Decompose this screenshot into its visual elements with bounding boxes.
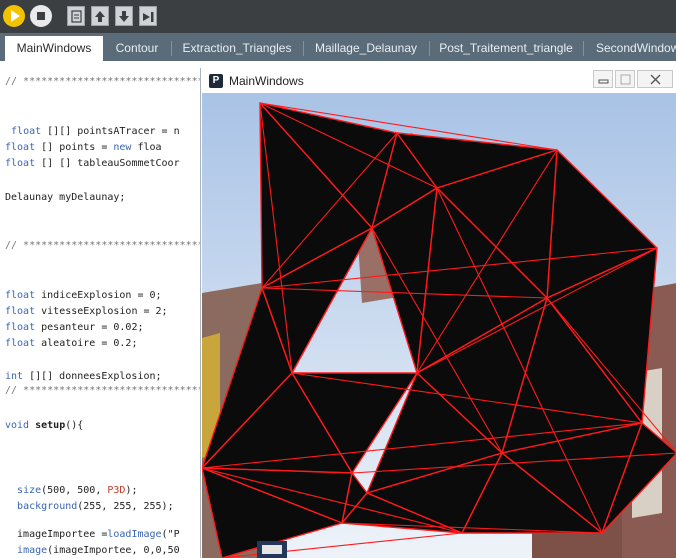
tab-contour[interactable]: Contour: [105, 36, 169, 61]
sketch-canvas[interactable]: [202, 93, 676, 558]
export-icon: [143, 12, 154, 22]
new-sketch-icon: [71, 10, 82, 23]
close-icon: [650, 74, 661, 85]
maximize-icon: [620, 74, 631, 85]
code-line: float indiceExplosion = 0;: [5, 290, 162, 301]
code-line: // ******************************: [5, 385, 204, 396]
open-button[interactable]: [91, 6, 109, 26]
tab-bar: MainWindows Contour Extraction_Triangles…: [0, 33, 676, 61]
close-button[interactable]: [637, 70, 673, 88]
export-button[interactable]: [139, 6, 157, 26]
sketch-titlebar[interactable]: P MainWindows: [201, 68, 676, 93]
open-icon: [95, 11, 105, 22]
tab-extraction-triangles[interactable]: Extraction_Triangles: [172, 36, 302, 61]
tab-secondwindow[interactable]: SecondWindow: [584, 36, 676, 61]
code-line: size(500, 500, P3D);: [17, 485, 138, 496]
code-line: float [][] pointsATracer = n: [11, 126, 180, 137]
code-line: background(255, 255, 255);: [17, 501, 174, 512]
stop-button[interactable]: [30, 5, 52, 27]
processing-logo: P: [209, 74, 223, 88]
code-line: float aleatoire = 0.2;: [5, 338, 138, 349]
toolbar: [0, 0, 676, 33]
code-line: float [] points = new floa: [5, 142, 162, 153]
code-line: // ******************************: [5, 76, 204, 87]
code-line: float vitesseExplosion = 2;: [5, 306, 168, 317]
tab-maillage-delaunay[interactable]: Maillage_Delaunay: [304, 36, 428, 61]
code-line: float pesanteur = 0.02;: [5, 322, 144, 333]
minimize-button[interactable]: [593, 70, 613, 88]
exploded-triangle-mesh: [202, 93, 676, 558]
code-line: Delaunay myDelaunay;: [5, 192, 126, 203]
code-line: image(imageImportee, 0,0,50: [17, 545, 180, 556]
run-button[interactable]: [3, 5, 25, 27]
code-line: imageImportee =loadImage("P: [5, 529, 180, 540]
code-line: int [][] donneesExplosion;: [5, 371, 162, 382]
tab-mainwindows[interactable]: MainWindows: [5, 36, 103, 61]
code-line: // ******************************: [5, 240, 204, 251]
window-title: MainWindows: [229, 74, 304, 88]
stop-icon: [37, 12, 45, 20]
save-button[interactable]: [115, 6, 133, 26]
minimize-icon: [598, 79, 609, 84]
maximize-button[interactable]: [615, 70, 635, 88]
run-icon: [11, 10, 20, 22]
code-line: float [] [] tableauSommetCoor: [5, 158, 180, 169]
save-icon: [119, 11, 129, 22]
tab-post-traitement-triangle[interactable]: Post_Traitement_triangle: [430, 36, 582, 61]
code-line: void setup(){: [5, 420, 84, 431]
new-sketch-button[interactable]: [67, 6, 85, 26]
sketch-window[interactable]: P MainWindows: [200, 68, 676, 558]
